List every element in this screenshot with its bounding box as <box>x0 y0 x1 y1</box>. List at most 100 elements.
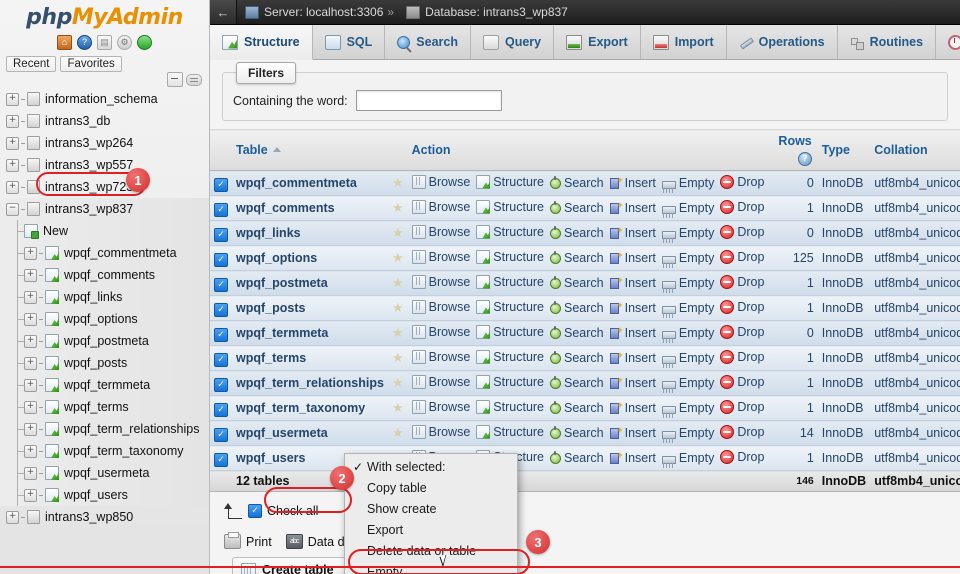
notes-icon[interactable]: ▤ <box>97 35 112 50</box>
tab-export[interactable]: Export <box>554 25 641 59</box>
row-checkbox[interactable]: ✓ <box>214 178 228 192</box>
expand-icon[interactable]: + <box>6 93 19 106</box>
phpmyadmin-logo[interactable]: phpMyAdmin <box>0 0 209 33</box>
tab-search[interactable]: Search <box>385 25 471 59</box>
tree-item-database[interactable]: +information_schema <box>0 88 209 110</box>
action-drop[interactable]: Drop <box>720 400 764 414</box>
action-structure[interactable]: Structure <box>476 350 544 364</box>
tree-item-table[interactable]: +wpqf_usermeta <box>0 462 209 484</box>
row-checkbox-cell[interactable]: ✓ <box>210 221 232 246</box>
containing-word-input[interactable] <box>356 90 502 111</box>
action-structure[interactable]: Structure <box>476 225 544 239</box>
expand-icon[interactable]: + <box>24 357 37 370</box>
star-icon[interactable]: ★ <box>392 400 404 415</box>
header-type[interactable]: Type <box>818 130 870 171</box>
action-structure[interactable]: Structure <box>476 275 544 289</box>
action-insert[interactable]: Insert <box>610 251 656 265</box>
action-drop[interactable]: Drop <box>720 225 764 239</box>
action-structure[interactable]: Structure <box>476 375 544 389</box>
action-empty[interactable]: Empty <box>662 376 714 390</box>
row-checkbox-cell[interactable]: ✓ <box>210 371 232 396</box>
action-structure[interactable]: Structure <box>476 250 544 264</box>
action-empty[interactable]: Empty <box>662 451 714 465</box>
expand-icon[interactable]: + <box>6 159 19 172</box>
row-favorite-cell[interactable]: ★ <box>388 296 408 321</box>
action-empty[interactable]: Empty <box>662 201 714 215</box>
breadcrumb-database[interactable]: Database: intrans3_wp837 <box>425 5 568 19</box>
action-structure[interactable]: Structure <box>476 300 544 314</box>
row-favorite-cell[interactable]: ★ <box>388 371 408 396</box>
table-row[interactable]: ✓wpqf_comments★BrowseStructureSearchInse… <box>210 196 960 221</box>
expand-icon[interactable]: + <box>6 137 19 150</box>
header-table[interactable]: Table <box>232 130 388 171</box>
action-browse[interactable]: Browse <box>412 275 471 289</box>
tree-item-table[interactable]: +wpqf_termmeta <box>0 374 209 396</box>
row-checkbox-cell[interactable]: ✓ <box>210 196 232 221</box>
row-checkbox-cell[interactable]: ✓ <box>210 321 232 346</box>
tab-query[interactable]: Query <box>471 25 554 59</box>
expand-icon[interactable]: + <box>24 313 37 326</box>
expand-icon[interactable]: + <box>24 335 37 348</box>
row-checkbox[interactable]: ✓ <box>214 328 228 342</box>
action-drop[interactable]: Drop <box>720 200 764 214</box>
star-icon[interactable]: ★ <box>392 250 404 265</box>
tab-operations[interactable]: Operations <box>727 25 838 59</box>
tree-item-database[interactable]: +intrans3_wp850 <box>0 506 209 528</box>
table-row[interactable]: ✓wpqf_terms★BrowseStructureSearchInsertE… <box>210 346 960 371</box>
row-favorite-cell[interactable]: ★ <box>388 221 408 246</box>
row-checkbox-cell[interactable]: ✓ <box>210 246 232 271</box>
star-icon[interactable]: ★ <box>392 325 404 340</box>
table-row[interactable]: ✓wpqf_term_taxonomy★BrowseStructureSearc… <box>210 396 960 421</box>
row-checkbox[interactable]: ✓ <box>214 453 228 467</box>
table-row[interactable]: ✓wpqf_posts★BrowseStructureSearchInsertE… <box>210 296 960 321</box>
check-all-checkbox[interactable]: ✓ <box>248 504 262 518</box>
row-table-name[interactable]: wpqf_termmeta <box>232 321 388 346</box>
action-drop[interactable]: Drop <box>720 325 764 339</box>
action-structure[interactable]: Structure <box>476 400 544 414</box>
action-structure[interactable]: Structure <box>476 200 544 214</box>
table-row[interactable]: ✓wpqf_term_relationships ★ Browse Structure… <box>210 371 960 396</box>
action-drop[interactable]: Drop <box>720 450 764 464</box>
menu-item-copy-table[interactable]: Copy table <box>345 478 517 499</box>
row-checkbox[interactable]: ✓ <box>214 403 228 417</box>
action-search[interactable]: Search <box>550 251 604 265</box>
settings-gear-icon[interactable]: ⚙ <box>117 35 132 50</box>
action-insert[interactable]: Insert <box>610 201 656 215</box>
expand-icon[interactable]: + <box>24 401 37 414</box>
star-icon[interactable]: ★ <box>392 425 404 440</box>
action-drop[interactable]: Drop <box>720 300 764 314</box>
action-structure[interactable]: Structure <box>476 425 544 439</box>
row-checkbox[interactable]: ✓ <box>214 203 228 217</box>
action-search[interactable]: Search <box>550 451 604 465</box>
row-checkbox[interactable]: ✓ <box>214 353 228 367</box>
tab-routines[interactable]: Routines <box>838 25 936 59</box>
menu-item-with-selected[interactable]: ✓With selected: <box>345 457 517 478</box>
row-table-name[interactable]: wpqf_links <box>232 221 388 246</box>
star-icon[interactable]: ★ <box>392 375 404 390</box>
action-insert[interactable]: Insert <box>610 451 656 465</box>
action-search[interactable]: Search <box>550 226 604 240</box>
tab-import[interactable]: Import <box>641 25 727 59</box>
home-icon[interactable]: ⌂ <box>57 35 72 50</box>
row-checkbox-cell[interactable]: ✓ <box>210 296 232 321</box>
row-checkbox[interactable]: ✓ <box>214 228 228 242</box>
row-table-name[interactable]: wpqf_term_relationships <box>232 371 388 396</box>
table-row[interactable]: ✓wpqf_commentmeta★BrowseStructureSearchI… <box>210 171 960 196</box>
tab-favorites[interactable]: Favorites <box>60 56 121 72</box>
tab-events[interactable]: Events <box>936 25 960 59</box>
tree-item-table[interactable]: +wpqf_options <box>0 308 209 330</box>
action-browse[interactable]: Browse <box>412 375 471 389</box>
tree-item-table[interactable]: +wpqf_term_relationships <box>0 418 209 440</box>
table-row[interactable]: ✓wpqf_termmeta★BrowseStructureSearchInse… <box>210 321 960 346</box>
action-insert[interactable]: Insert <box>610 426 656 440</box>
row-table-name[interactable]: wpqf_usermeta <box>232 421 388 446</box>
print-link[interactable]: Print <box>224 534 272 549</box>
row-checkbox-cell[interactable]: ✓ <box>210 421 232 446</box>
action-insert[interactable]: Insert <box>610 351 656 365</box>
tree-item-table[interactable]: +wpqf_terms <box>0 396 209 418</box>
menu-item-export[interactable]: Export <box>345 520 517 541</box>
action-drop[interactable]: Drop <box>720 350 764 364</box>
action-insert[interactable]: Insert <box>610 226 656 240</box>
action-empty[interactable]: Empty <box>662 301 714 315</box>
row-favorite-cell[interactable]: ★ <box>388 271 408 296</box>
